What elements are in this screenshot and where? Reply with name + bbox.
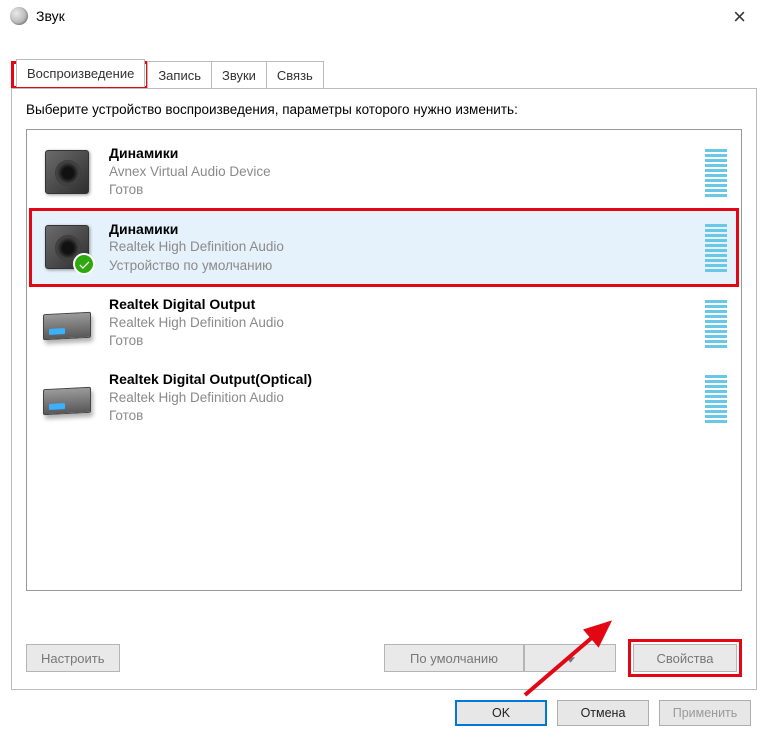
level-meter — [705, 222, 727, 272]
digital-output-icon — [41, 372, 93, 424]
level-meter — [705, 373, 727, 423]
set-default-split-button[interactable]: По умолчанию — [384, 644, 616, 672]
device-driver: Avnex Virtual Audio Device — [109, 163, 689, 181]
configure-button[interactable]: Настроить — [26, 644, 120, 672]
device-name: Динамики — [109, 144, 689, 163]
device-list[interactable]: Динамики Avnex Virtual Audio Device Гото… — [26, 129, 742, 591]
device-info: Динамики Avnex Virtual Audio Device Гото… — [109, 144, 689, 199]
sound-dialog: Звук × Воспроизведение Запись Звуки Связ… — [0, 0, 768, 740]
tab-recording[interactable]: Запись — [147, 61, 212, 89]
device-name: Realtek Digital Output — [109, 295, 689, 314]
cancel-button[interactable]: Отмена — [557, 700, 649, 726]
tab-communications[interactable]: Связь — [266, 61, 324, 89]
device-name: Динамики — [109, 220, 689, 239]
device-item[interactable]: Динамики Avnex Virtual Audio Device Гото… — [31, 134, 737, 209]
highlight-box-properties: Свойства — [628, 639, 742, 677]
digital-output-icon — [41, 297, 93, 349]
speaker-icon — [41, 221, 93, 273]
tab-playback[interactable]: Воспроизведение — [16, 59, 145, 87]
panel-buttons-row: Настроить По умолчанию Свойства — [26, 639, 742, 677]
device-info: Realtek Digital Output(Optical) Realtek … — [109, 370, 689, 425]
device-name: Realtek Digital Output(Optical) — [109, 370, 689, 389]
device-item-selected[interactable]: Динамики Realtek High Definition Audio У… — [31, 210, 737, 285]
window-title: Звук — [36, 8, 65, 24]
speaker-icon — [41, 146, 93, 198]
set-default-dropdown-button[interactable] — [524, 644, 616, 672]
level-meter — [705, 147, 727, 197]
device-info: Realtek Digital Output Realtek High Defi… — [109, 295, 689, 350]
device-item[interactable]: Realtek Digital Output Realtek High Defi… — [31, 285, 737, 360]
sound-icon — [10, 7, 28, 25]
default-check-icon — [73, 253, 95, 275]
device-status: Готов — [109, 407, 689, 425]
tab-sounds[interactable]: Звуки — [211, 61, 267, 89]
device-item[interactable]: Realtek Digital Output(Optical) Realtek … — [31, 360, 737, 435]
chevron-down-icon — [566, 651, 575, 666]
device-driver: Realtek High Definition Audio — [109, 314, 689, 332]
device-driver: Realtek High Definition Audio — [109, 238, 689, 256]
dialog-buttons: OK Отмена Применить — [11, 690, 757, 732]
apply-button[interactable]: Применить — [659, 700, 751, 726]
instruction-text: Выберите устройство воспроизведения, пар… — [26, 101, 742, 119]
highlight-box-tab: Воспроизведение — [11, 61, 149, 89]
device-status: Устройство по умолчанию — [109, 257, 689, 275]
playback-panel: Выберите устройство воспроизведения, пар… — [11, 88, 757, 690]
device-info: Динамики Realtek High Definition Audio У… — [109, 220, 689, 275]
ok-button[interactable]: OK — [455, 700, 547, 726]
level-meter — [705, 298, 727, 348]
set-default-button[interactable]: По умолчанию — [384, 644, 524, 672]
title-bar: Звук × — [0, 0, 768, 32]
device-status: Готов — [109, 181, 689, 199]
device-driver: Realtek High Definition Audio — [109, 389, 689, 407]
tabs-bar: Воспроизведение Запись Звуки Связь — [11, 60, 757, 88]
device-status: Готов — [109, 332, 689, 350]
properties-button[interactable]: Свойства — [633, 644, 737, 672]
close-button[interactable]: × — [725, 2, 754, 32]
